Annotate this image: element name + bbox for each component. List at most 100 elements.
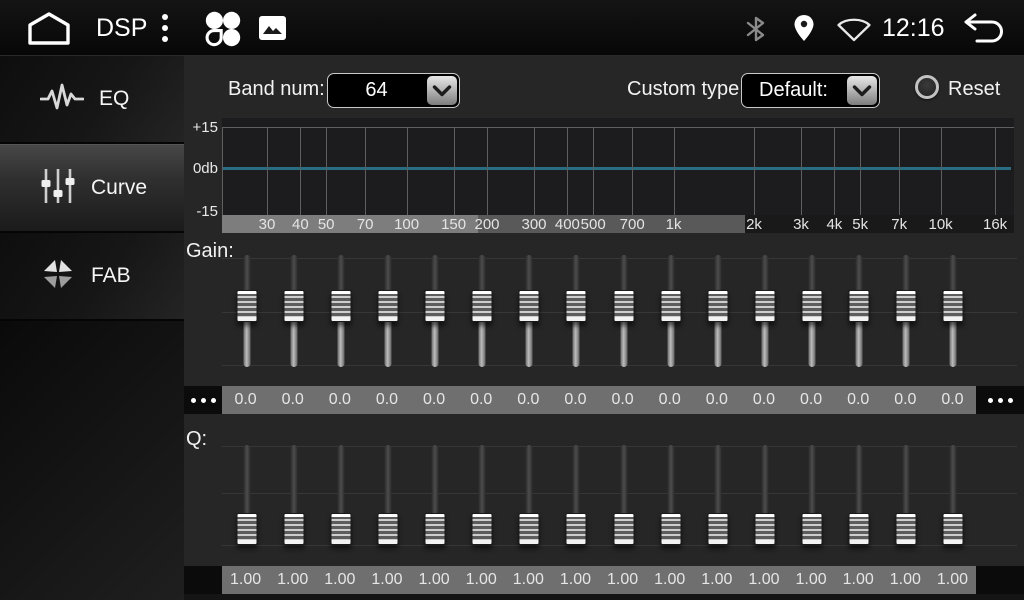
q-slider[interactable] xyxy=(553,440,600,558)
slider-track-upper[interactable] xyxy=(903,445,910,513)
slider-track-lower[interactable] xyxy=(950,322,957,367)
q-slider[interactable] xyxy=(600,440,647,558)
q-slider[interactable] xyxy=(223,440,270,558)
q-slider[interactable] xyxy=(647,440,694,558)
q-slider[interactable] xyxy=(930,440,977,558)
gain-slider[interactable] xyxy=(270,252,317,367)
slider-track-upper[interactable] xyxy=(950,445,957,513)
slider-knob[interactable] xyxy=(707,290,728,322)
gain-slider[interactable] xyxy=(930,252,977,367)
slider-knob[interactable] xyxy=(802,290,823,322)
slider-track-lower[interactable] xyxy=(573,322,580,367)
slider-track-lower[interactable] xyxy=(903,322,910,367)
home-icon[interactable] xyxy=(26,11,72,50)
slider-knob[interactable] xyxy=(472,513,493,545)
slider-track-upper[interactable] xyxy=(479,445,486,513)
slider-knob[interactable] xyxy=(896,513,917,545)
gain-slider[interactable] xyxy=(741,252,788,367)
q-page-left-button[interactable] xyxy=(184,566,222,594)
reset-radio[interactable] xyxy=(915,75,939,99)
slider-knob[interactable] xyxy=(566,513,587,545)
slider-track-lower[interactable] xyxy=(243,322,250,367)
slider-track-upper[interactable] xyxy=(384,255,391,290)
slider-knob[interactable] xyxy=(425,290,446,322)
sidebar-item-fab[interactable]: FAB xyxy=(0,233,184,321)
slider-knob[interactable] xyxy=(943,290,964,322)
band-num-dropdown[interactable]: 64 xyxy=(327,73,460,108)
slider-knob[interactable] xyxy=(849,513,870,545)
slider-knob[interactable] xyxy=(566,290,587,322)
gain-slider[interactable] xyxy=(459,252,506,367)
apps-clover-icon[interactable] xyxy=(204,10,242,53)
gain-slider[interactable] xyxy=(364,252,411,367)
slider-track-upper[interactable] xyxy=(903,255,910,290)
slider-track-upper[interactable] xyxy=(714,445,721,513)
slider-track-upper[interactable] xyxy=(290,255,297,290)
q-slider[interactable] xyxy=(270,440,317,558)
q-slider[interactable] xyxy=(883,440,930,558)
gain-slider[interactable] xyxy=(223,252,270,367)
slider-knob[interactable] xyxy=(660,290,681,322)
slider-knob[interactable] xyxy=(425,513,446,545)
overflow-menu-icon[interactable] xyxy=(160,13,170,48)
gain-slider[interactable] xyxy=(883,252,930,367)
slider-knob[interactable] xyxy=(754,290,775,322)
slider-track-lower[interactable] xyxy=(526,322,533,367)
gain-slider[interactable] xyxy=(600,252,647,367)
slider-knob[interactable] xyxy=(707,513,728,545)
slider-knob[interactable] xyxy=(519,513,540,545)
slider-track-upper[interactable] xyxy=(620,255,627,290)
chevron-down-icon[interactable] xyxy=(427,76,457,105)
q-slider[interactable] xyxy=(412,440,459,558)
slider-track-upper[interactable] xyxy=(714,255,721,290)
slider-track-upper[interactable] xyxy=(761,255,768,290)
gain-slider[interactable] xyxy=(553,252,600,367)
sidebar-item-curve[interactable]: Curve xyxy=(0,144,184,233)
slider-knob[interactable] xyxy=(896,290,917,322)
slider-track-lower[interactable] xyxy=(667,322,674,367)
gain-slider[interactable] xyxy=(647,252,694,367)
slider-track-upper[interactable] xyxy=(950,255,957,290)
slider-knob[interactable] xyxy=(283,290,304,322)
slider-knob[interactable] xyxy=(330,513,351,545)
slider-knob[interactable] xyxy=(613,290,634,322)
bluetooth-icon[interactable] xyxy=(745,16,767,47)
location-icon[interactable] xyxy=(793,14,815,47)
slider-knob[interactable] xyxy=(236,513,257,545)
slider-knob[interactable] xyxy=(849,290,870,322)
slider-knob[interactable] xyxy=(660,513,681,545)
slider-track-lower[interactable] xyxy=(337,322,344,367)
freq-strip[interactable]: 304050701001502003004005007001k2k3k4k5k7… xyxy=(222,215,1014,233)
sidebar-item-eq[interactable]: EQ xyxy=(0,56,184,144)
slider-track-upper[interactable] xyxy=(809,255,816,290)
gain-slider[interactable] xyxy=(694,252,741,367)
slider-track-lower[interactable] xyxy=(761,322,768,367)
slider-knob[interactable] xyxy=(519,290,540,322)
slider-track-upper[interactable] xyxy=(856,445,863,513)
q-slider[interactable] xyxy=(741,440,788,558)
slider-knob[interactable] xyxy=(377,290,398,322)
gain-slider[interactable] xyxy=(789,252,836,367)
slider-track-upper[interactable] xyxy=(573,445,580,513)
gallery-icon[interactable] xyxy=(259,16,286,45)
slider-track-upper[interactable] xyxy=(761,445,768,513)
slider-track-lower[interactable] xyxy=(479,322,486,367)
slider-track-upper[interactable] xyxy=(243,445,250,513)
slider-knob[interactable] xyxy=(613,513,634,545)
slider-track-upper[interactable] xyxy=(526,445,533,513)
back-icon[interactable] xyxy=(962,13,1006,48)
slider-knob[interactable] xyxy=(330,290,351,322)
gain-slider[interactable] xyxy=(506,252,553,367)
q-slider[interactable] xyxy=(317,440,364,558)
slider-track-upper[interactable] xyxy=(243,255,250,290)
q-slider[interactable] xyxy=(789,440,836,558)
slider-knob[interactable] xyxy=(283,513,304,545)
slider-track-upper[interactable] xyxy=(337,255,344,290)
slider-track-upper[interactable] xyxy=(526,255,533,290)
slider-knob[interactable] xyxy=(377,513,398,545)
slider-track-upper[interactable] xyxy=(432,445,439,513)
slider-track-upper[interactable] xyxy=(384,445,391,513)
slider-track-upper[interactable] xyxy=(573,255,580,290)
q-slider[interactable] xyxy=(459,440,506,558)
slider-track-upper[interactable] xyxy=(856,255,863,290)
